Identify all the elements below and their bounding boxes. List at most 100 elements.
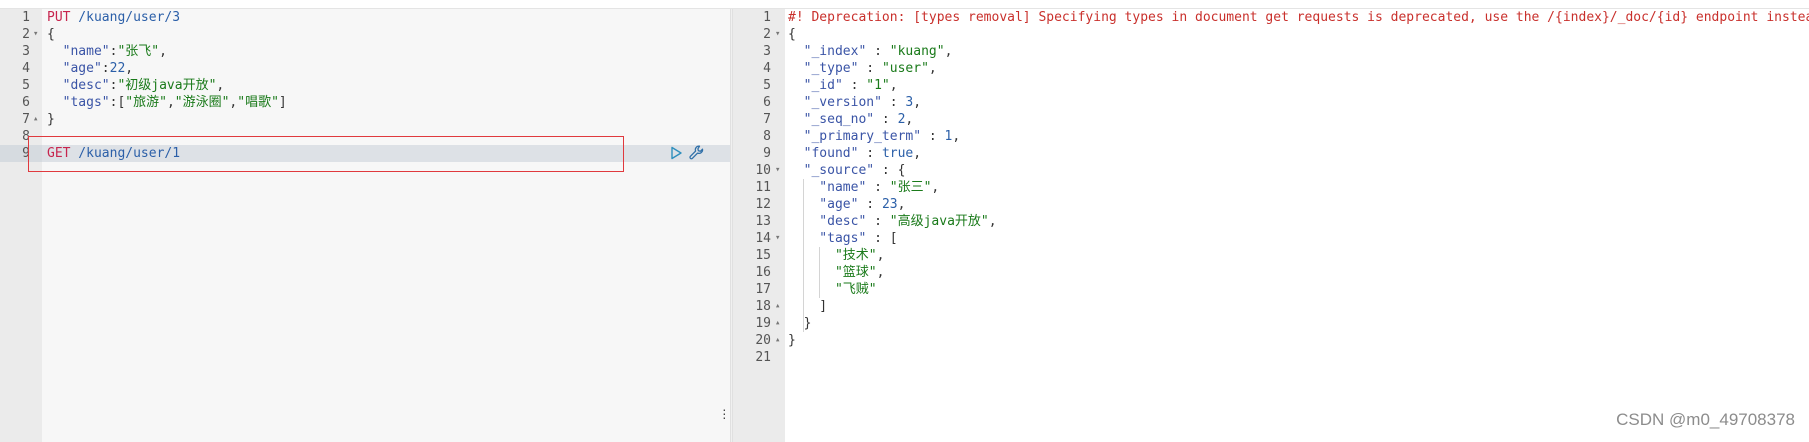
code-line[interactable]: 19 ▴ }	[733, 315, 1809, 332]
code-token: "游泳圈"	[174, 95, 230, 110]
code-line[interactable]: 16 "篮球",	[733, 264, 1809, 281]
line-number: 19	[755, 316, 771, 331]
line-number: 9	[763, 146, 771, 161]
code-line[interactable]: 21	[733, 349, 1809, 366]
code-token: :	[842, 78, 867, 93]
code-line[interactable]: 20 ▴}	[733, 332, 1809, 349]
code-token: ,	[897, 197, 906, 212]
line-number: 8	[22, 129, 30, 144]
line-number: 3	[22, 44, 30, 59]
code-line[interactable]: 14 ▾ "tags" : [	[733, 230, 1809, 247]
fold-close-icon[interactable]: ▴	[775, 332, 780, 349]
request-editor[interactable]: 1 PUT /kuang/user/3 2 ▾ {3 "name":"张飞", 4 "ag…	[0, 9, 730, 442]
top-border	[0, 0, 1809, 9]
code-line[interactable]: 9 "found" : true,	[733, 145, 1809, 162]
code-token: "user"	[881, 61, 929, 76]
code-text: "desc":"初级java开放",	[47, 77, 225, 94]
code-text: "age":22,	[47, 60, 133, 77]
code-line[interactable]: 6 "tags":["旅游","游泳圈","唱歌"]	[0, 94, 730, 111]
code-text: {	[47, 26, 55, 43]
line-number: 1	[763, 10, 771, 25]
code-line[interactable]: 3 "name":"张飞",	[0, 43, 730, 60]
code-token: ,	[931, 180, 940, 195]
code-line[interactable]: 1 PUT /kuang/user/3	[0, 9, 730, 26]
code-token: "name"	[47, 44, 110, 59]
code-token: ,	[876, 248, 885, 263]
code-text: }	[47, 111, 55, 128]
code-token: #! Deprecation: [types removal] Specifyi…	[788, 10, 1809, 25]
play-icon[interactable]	[669, 146, 683, 160]
code-token: "age"	[788, 197, 859, 212]
line-number: 5	[22, 78, 30, 93]
code-line[interactable]: 5 "_id" : "1",	[733, 77, 1809, 94]
code-token: 22	[109, 61, 126, 76]
code-token: :	[881, 95, 906, 110]
fold-close-icon[interactable]: ▴	[33, 111, 38, 128]
code-token: "初级java开放"	[117, 78, 217, 93]
code-token: {	[788, 27, 796, 42]
code-token: ]	[278, 95, 287, 110]
code-token: /kuang/user/3	[70, 10, 181, 25]
code-token: ,	[905, 112, 914, 127]
code-line[interactable]: 17 "飞贼"	[733, 281, 1809, 298]
code-text: {	[788, 26, 796, 43]
code-line[interactable]: 4 "_type" : "user",	[733, 60, 1809, 77]
fold-open-icon[interactable]: ▾	[775, 26, 780, 43]
code-token: ,	[952, 129, 961, 144]
code-token: "age"	[47, 61, 102, 76]
code-line[interactable]: 5 "desc":"初级java开放",	[0, 77, 730, 94]
code-token: "_seq_no"	[788, 112, 875, 127]
code-line[interactable]: 8 "_primary_term" : 1,	[733, 128, 1809, 145]
code-line[interactable]: 6 "_version" : 3,	[733, 94, 1809, 111]
code-text: "篮球",	[788, 264, 885, 281]
code-token: PUT	[47, 10, 71, 25]
code-token: }	[788, 316, 812, 331]
code-text: "_primary_term" : 1,	[788, 128, 961, 145]
line-number: 7	[22, 112, 30, 127]
code-text: "_source" : {	[788, 162, 906, 179]
fold-open-icon[interactable]: ▾	[775, 230, 780, 247]
code-line[interactable]: 1 #! Deprecation: [types removal] Specify…	[733, 9, 1809, 26]
code-token: "唱歌"	[237, 95, 279, 110]
code-token: "技术"	[788, 248, 877, 263]
code-token: "张三"	[889, 180, 932, 195]
line-number: 13	[755, 214, 771, 229]
line-number: 14	[755, 231, 771, 246]
code-line[interactable]: 7 ▴}	[0, 111, 730, 128]
line-number: 6	[763, 95, 771, 110]
code-text: "name":"张飞",	[47, 43, 167, 60]
fold-open-icon[interactable]: ▾	[775, 162, 780, 179]
code-token: "_index"	[788, 44, 867, 59]
code-line[interactable]: 13 "desc" : "高级java开放",	[733, 213, 1809, 230]
code-line[interactable]: 10 ▾ "_source" : {	[733, 162, 1809, 179]
code-line[interactable]: 2 ▾ {	[0, 26, 730, 43]
line-number: 20	[755, 333, 771, 348]
line-number: 21	[755, 350, 771, 365]
response-viewer: 1 #! Deprecation: [types removal] Specify…	[733, 9, 1809, 442]
code-token: :	[866, 214, 890, 229]
code-line[interactable]: 2 ▾{	[733, 26, 1809, 43]
code-token: "name"	[788, 180, 867, 195]
wrench-icon[interactable]	[688, 144, 705, 161]
code-line[interactable]: 7 "_seq_no" : 2,	[733, 111, 1809, 128]
code-token: ]	[788, 299, 828, 314]
code-line[interactable]: 4 "age":22,	[0, 60, 730, 77]
code-token: ,	[889, 78, 898, 93]
line-number: 2	[22, 27, 30, 42]
code-line[interactable]: 11 "name" : "张三",	[733, 179, 1809, 196]
code-line[interactable]: 3 "_index" : "kuang",	[733, 43, 1809, 60]
fold-close-icon[interactable]: ▴	[775, 315, 780, 332]
fold-close-icon[interactable]: ▴	[775, 298, 780, 315]
code-token: :	[858, 146, 882, 161]
line-number: 7	[763, 112, 771, 127]
code-line[interactable]: 15 "技术",	[733, 247, 1809, 264]
line-number: 1	[22, 10, 30, 25]
kebab-menu-icon[interactable]: · · ·	[722, 402, 727, 424]
code-token: :[	[109, 95, 126, 110]
code-line[interactable]: 18 ▴ ]	[733, 298, 1809, 315]
fold-open-icon[interactable]: ▾	[33, 26, 38, 43]
line-number: 15	[755, 248, 771, 263]
code-line[interactable]: 12 "age" : 23,	[733, 196, 1809, 213]
code-token: ,	[159, 44, 167, 59]
code-text: "技术",	[788, 247, 885, 264]
